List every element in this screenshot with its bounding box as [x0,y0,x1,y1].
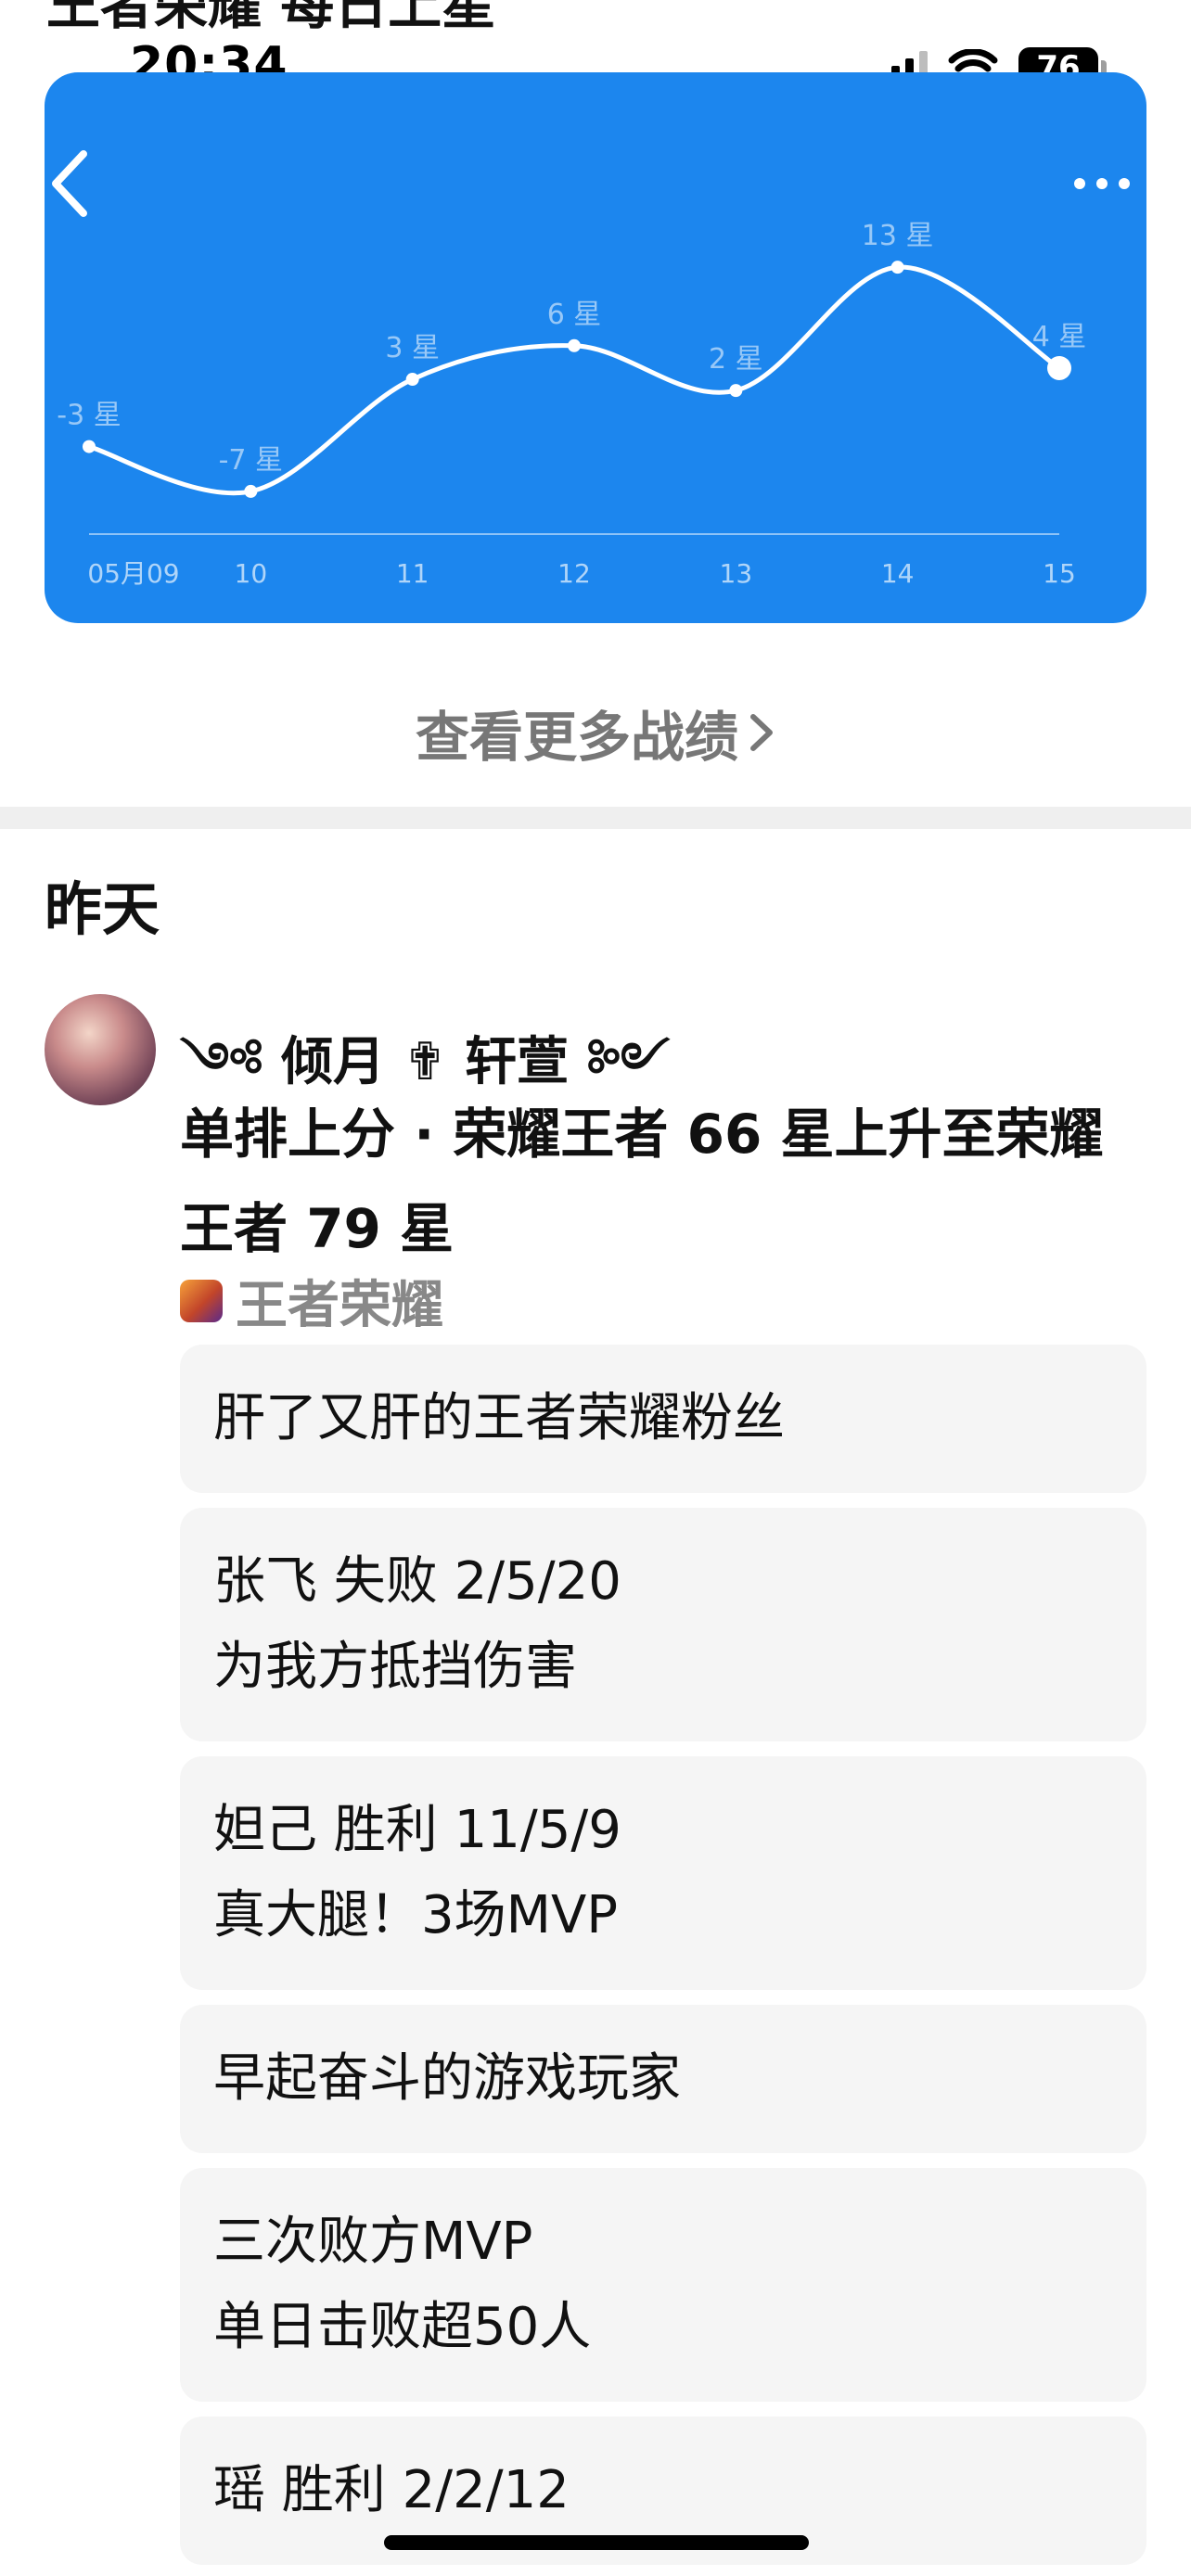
page: 王者荣耀 每日上星 20:34 76 -3 星 05月09 -7 星 10 3 星 11 6… [0,0,1191,2576]
star-trend-chart: -3 星 05月09 -7 星 10 3 星 11 6 星 12 2 星 13 13 星 14 4 星 1… [45,72,1146,623]
point-label: 3 星 [385,332,440,364]
back-button[interactable] [45,137,119,230]
card-text: 张飞 失败 2/5/20 [213,1551,621,1612]
section-divider [0,807,1191,829]
data-point[interactable] [568,338,581,352]
card-text: 三次败方MVP [213,2212,533,2272]
card-text: 早起奋斗的游戏玩家 [213,2048,681,2109]
achievement-cards: 肝了又肝的王者荣耀粉丝 张飞 失败 2/5/20 为我方抵挡伤害 妲己 胜利 11/5… [180,1345,1146,2576]
data-point[interactable] [244,484,258,498]
x-tick-label: 15 [1043,558,1076,589]
achievement-card[interactable]: 张飞 失败 2/5/20 为我方抵挡伤害 [180,1508,1146,1741]
data-point[interactable] [83,440,96,453]
point-label: 13 星 [862,220,934,252]
x-tick-label: 14 [881,558,915,589]
point-label: 4 星 [1032,321,1087,353]
x-tick-label: 10 [235,558,268,589]
card-text: 真大腿！3场MVP [213,1885,619,1945]
card-text: 妲己 胜利 11/5/9 [213,1800,621,1860]
x-tick-label: 13 [720,558,753,589]
game-tag[interactable]: 王者荣耀 [180,1275,443,1327]
section-title: 昨天 [45,875,160,943]
chevron-right-icon [748,706,775,769]
data-point[interactable] [1047,355,1071,380]
card-text: 为我方抵挡伤害 [213,1637,577,1697]
game-icon [180,1280,223,1322]
point-label: 2 星 [709,343,763,376]
achievement-card[interactable]: 肝了又肝的王者荣耀粉丝 [180,1345,1146,1493]
card-text: 瑶 胜利 2/2/12 [213,2460,570,2520]
avatar[interactable] [45,994,156,1105]
point-label: 6 星 [547,299,602,331]
achievement-card[interactable]: 三次败方MVP 单日击败超50人 [180,2168,1146,2402]
view-more-records-link[interactable]: 查看更多战绩 [0,694,1191,772]
point-label: -7 星 [219,444,283,477]
line-chart: -3 星 05月09 -7 星 10 3 星 11 6 星 12 2 星 13 13 星 14 4 星 1… [57,220,1087,589]
page-heading: 王者荣耀 每日上星 [46,0,496,36]
x-tick-label: 12 [557,558,591,589]
data-point[interactable] [729,384,743,398]
card-text: 单日击败超50人 [213,2297,592,2357]
view-more-label: 查看更多战绩 [415,706,738,769]
x-tick-label: 05月09 [87,558,179,589]
point-label: -3 星 [57,400,121,432]
post-headline: 单排上分 · 荣耀王者 66 星上升至荣耀王者 79 星 [180,1103,1104,1260]
more-icon [1074,178,1130,189]
achievement-card[interactable]: 早起奋斗的游戏玩家 [180,2005,1146,2153]
back-icon [52,150,87,217]
x-tick-label: 11 [396,558,429,589]
game-name: 王者荣耀 [236,1275,443,1328]
card-text: 肝了又肝的王者荣耀粉丝 [213,1388,785,1448]
achievement-card[interactable]: 妲己 胜利 11/5/9 真大腿！3场MVP [180,1756,1146,1990]
more-options-button[interactable] [1063,156,1146,211]
data-point[interactable] [405,373,419,387]
home-indicator [384,2535,809,2550]
data-point[interactable] [890,261,904,274]
